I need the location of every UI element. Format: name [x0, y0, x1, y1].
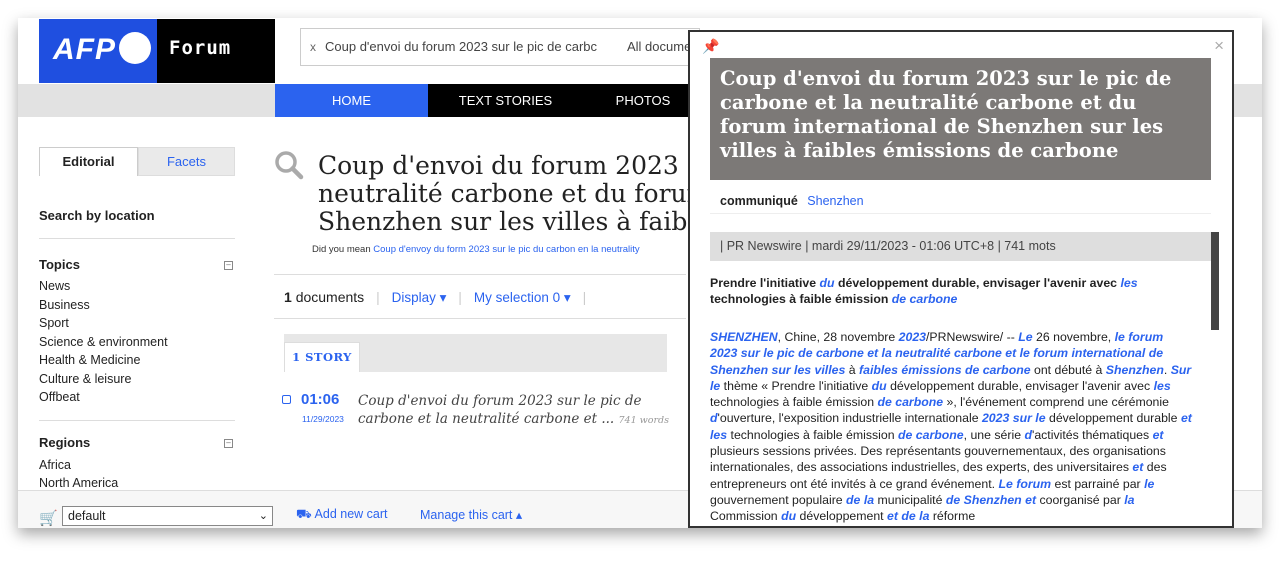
regions-heading: Regions — [39, 435, 91, 450]
forum-logo-text: Forum — [169, 37, 232, 59]
nav-photos[interactable]: PHOTOS — [583, 84, 703, 117]
search-query-text[interactable]: Coup d'envoi du forum 2023 sur le pic de… — [325, 39, 615, 54]
chevron-down-icon: ⌄ — [258, 510, 268, 522]
main-nav: HOME TEXT STORIES PHOTOS — [275, 84, 703, 117]
story-title: Coup d'envoi du forum 2023 sur le pic de… — [710, 58, 1211, 180]
display-dropdown[interactable]: Display ▾ — [392, 290, 447, 305]
did-you-mean-link[interactable]: Coup d'envoy du form 2023 sur le pic du … — [373, 244, 639, 255]
story-preview-panel: 📌 × Coup d'envoi du forum 2023 sur le pi… — [688, 30, 1234, 528]
topic-news[interactable]: News — [39, 279, 70, 293]
my-selection-dropdown[interactable]: My selection 0 ▾ — [474, 290, 571, 305]
tab-editorial[interactable]: Editorial — [39, 147, 138, 176]
result-time[interactable]: 01:06 — [301, 391, 339, 408]
divider: | — [376, 289, 380, 305]
did-you-mean: Did you mean Coup d'envoy du form 2023 s… — [312, 244, 692, 255]
scrollbar[interactable] — [1211, 232, 1219, 330]
topics-collapse-icon[interactable]: – — [224, 261, 233, 270]
word-count: 741 words — [618, 415, 670, 426]
topic-culture[interactable]: Culture & leisure — [39, 372, 131, 386]
forum-logo[interactable]: Forum — [157, 19, 275, 83]
afp-logo-circle — [119, 32, 151, 64]
cart-select-value: default — [68, 509, 106, 523]
manage-cart-label: Manage this cart — [420, 508, 513, 522]
sidebar-tabs: Editorial Facets — [39, 147, 235, 176]
app-window: AFP Forum x Coup d'envoi du forum 2023 s… — [18, 18, 1262, 528]
afp-logo[interactable]: AFP — [39, 19, 157, 83]
divider — [274, 274, 686, 275]
topic-health[interactable]: Health & Medicine — [39, 353, 140, 367]
nav-home[interactable]: HOME — [275, 84, 428, 117]
search-by-location[interactable]: Search by location — [39, 208, 155, 223]
did-you-mean-label: Did you mean — [312, 244, 371, 255]
add-new-cart-label: Add new cart — [314, 507, 388, 521]
title-line: neutralité carbone et du forum i — [318, 179, 708, 208]
story-lead: Prendre l'initiative du développement du… — [710, 276, 1138, 307]
doc-label: documents — [295, 289, 365, 305]
caret-down-icon: ▾ — [439, 290, 447, 305]
search-input[interactable]: x Coup d'envoi du forum 2023 sur le pic … — [300, 28, 700, 66]
tab-facets[interactable]: Facets — [138, 147, 235, 176]
display-label: Display — [391, 290, 436, 305]
result-snippet[interactable]: Coup d'envoi du forum 2023 sur le pic de… — [358, 392, 688, 430]
results-toolbar: 1 documents | Display ▾ | My selection 0… — [284, 289, 586, 306]
search-icon — [275, 151, 304, 180]
doc-count: 1 — [284, 289, 292, 305]
title-line: Shenzhen sur les villes à faibles é — [318, 207, 708, 236]
manage-cart-link[interactable]: Manage this cart ▴ — [420, 507, 522, 522]
topics-heading: Topics — [39, 257, 80, 272]
pin-icon[interactable]: 📌 — [702, 38, 719, 55]
divider — [39, 420, 235, 421]
cart-select[interactable]: default ⌄ — [62, 506, 273, 526]
topic-science[interactable]: Science & environment — [39, 335, 168, 349]
select-checkbox[interactable] — [282, 395, 291, 404]
story-meta: communiqué Shenzhen — [710, 188, 1211, 214]
result-date: 11/29/2023 — [302, 414, 344, 424]
region-north-america[interactable]: North America — [39, 476, 118, 490]
page-title: Coup d'envoi du forum 2023 sur neutralit… — [318, 152, 708, 236]
search-scope-select[interactable]: All docume — [627, 39, 691, 54]
selection-label: My selection 0 — [473, 290, 561, 305]
story-type: communiqué — [720, 194, 798, 208]
close-icon[interactable]: × — [1214, 36, 1224, 56]
snippet-text: Coup d'envoi du forum 2023 sur le pic de… — [358, 393, 642, 427]
nav-text-stories[interactable]: TEXT STORIES — [428, 84, 583, 117]
topic-business[interactable]: Business — [39, 298, 90, 312]
regions-collapse-icon[interactable]: – — [224, 439, 233, 448]
story-body: SHENZHEN, Chine, 28 novembre 2023/PRNews… — [710, 330, 1192, 524]
afp-logo-text: AFP — [53, 33, 116, 66]
caret-down-icon: ▾ — [563, 290, 571, 305]
caret-up-icon: ▴ — [515, 508, 523, 522]
topic-sport[interactable]: Sport — [39, 316, 69, 330]
title-line: Coup d'envoi du forum 2023 sur — [318, 152, 708, 180]
region-africa[interactable]: Africa — [39, 458, 71, 472]
divider — [274, 318, 686, 319]
divider — [39, 238, 235, 239]
divider: | — [458, 289, 462, 305]
clear-search-icon[interactable]: x — [310, 40, 316, 54]
divider: | — [582, 289, 587, 305]
story-location[interactable]: Shenzhen — [807, 194, 863, 208]
story-source-line: | PR Newswire | mardi 29/11/2023 - 01:06… — [710, 232, 1211, 261]
add-new-cart-link[interactable]: ⛟ Add new cart — [296, 507, 388, 523]
cart-icon: 🛒 — [39, 510, 58, 527]
add-cart-icon: ⛟ — [296, 507, 312, 521]
topic-offbeat[interactable]: Offbeat — [39, 390, 80, 404]
tab-stories[interactable]: 1 STORY — [284, 342, 360, 372]
